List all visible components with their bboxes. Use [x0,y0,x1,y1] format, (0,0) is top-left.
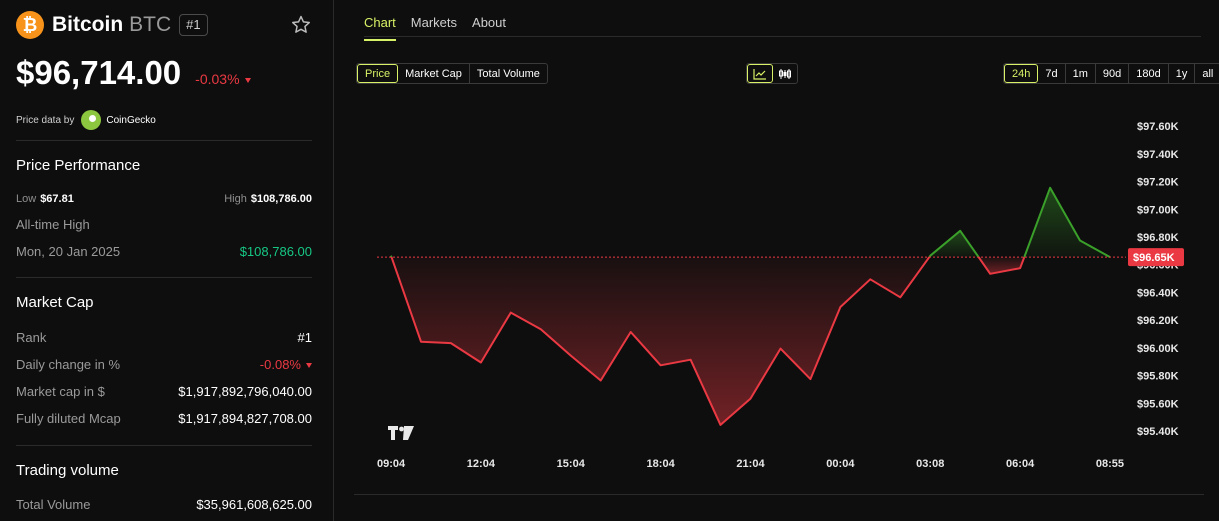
x-axis-tick-label: 03:08 [916,458,944,470]
price-change-24h: -0.03% [195,71,251,87]
stat-row-fully-diluted: Fully diluted Mcap $1,917,894,827,708.00 [16,411,312,426]
price-data-attribution: Price data by CoinGecko [16,110,156,130]
y-axis-tick-label: $97.20K [1137,177,1179,189]
stat-value: $1,917,894,827,708.00 [178,411,312,426]
y-axis-tick-label: $95.80K [1137,371,1179,383]
current-price: $96,714.00 [16,54,182,91]
stat-label: Market cap in $ [16,384,105,399]
stat-label: Total Volume [16,497,91,512]
ath-row: Mon, 20 Jan 2025 $108,786.00 [16,244,312,259]
price-row: $96,714.00 -0.03% [16,54,251,92]
y-axis-tick-label: $96.20K [1137,315,1179,327]
range-90d-button[interactable]: 90d [1096,64,1130,83]
market-cap-title: Market Cap [16,294,94,311]
y-axis-tick-label: $96.00K [1137,343,1179,355]
caret-down-icon [306,363,312,369]
stat-label: Fully diluted Mcap [16,411,121,426]
star-watchlist-icon[interactable] [290,14,312,36]
chart-style-selector [746,63,798,84]
range-all-button[interactable]: all [1195,64,1219,83]
range-24h-button[interactable]: 24h [1004,64,1039,83]
price-line-above-segment [390,255,393,258]
coin-symbol: BTC [129,13,172,36]
stat-row-total-volume: Total Volume $35,961,608,625.00 [16,497,312,512]
y-axis-tick-label: $95.60K [1137,398,1179,410]
stat-value: $1,917,892,796,040.00 [178,384,312,399]
stat-label: Daily change in % [16,357,121,372]
tabs-divider [364,36,1201,37]
range-180d-button[interactable]: 180d [1129,64,1169,83]
stat-row-daily-change: Daily change in % -0.08% [16,357,312,372]
divider [16,277,312,278]
y-axis-tick-label: $97.40K [1137,149,1179,161]
y-axis-tick-label: $96.40K [1137,287,1179,299]
price-performance-title: Price Performance [16,157,141,174]
low-block: Low $67.81 [16,193,74,205]
divider [16,445,312,446]
coin-header: ₿ Bitcoin BTC #1 [16,11,316,39]
low-high-row: Low $67.81 High $108,786.00 [16,193,312,205]
price-chart[interactable]: $97.60K $97.40K $97.20K $97.00K $96.80K $96.6… [364,105,1194,475]
price-data-label: Price data by [16,114,75,126]
stat-row-market-cap: Market cap in $ $1,917,892,796,040.00 [16,384,312,399]
metric-total-volume-button[interactable]: Total Volume [470,64,547,83]
price-area-below-fill [391,257,930,425]
metric-price-button[interactable]: Price [357,64,399,83]
line-chart-button[interactable] [747,64,773,83]
metric-selector: Price Market Cap Total Volume [356,63,548,84]
ath-date: Mon, 20 Jan 2025 [16,244,121,259]
stat-value: #1 [297,330,312,345]
stat-row-rank: Rank #1 [16,330,312,345]
y-axis-tick-label: $97.00K [1137,204,1179,216]
line-chart-icon [753,68,766,80]
range-7d-button[interactable]: 7d [1038,64,1066,83]
panel-divider [354,494,1204,495]
x-axis-tick-label: 12:04 [467,458,496,470]
y-axis-tick-label: $96.80K [1137,232,1179,244]
ath-label-row: All-time High [16,217,312,232]
y-axis-tick-label: $95.40K [1137,426,1179,438]
coin-overview-panel: ₿ Bitcoin BTC #1 $96,714.00 -0.03% Price… [0,0,334,521]
divider [16,140,312,141]
metric-market-cap-button[interactable]: Market Cap [398,64,470,83]
price-data-source[interactable]: CoinGecko [106,115,155,126]
x-axis-tick-label: 00:04 [826,458,855,470]
coingecko-logo-icon [81,110,102,130]
trading-volume-title: Trading volume [16,462,119,479]
x-axis-tick-label: 06:04 [1006,458,1035,470]
stat-value: $35,961,608,625.00 [196,497,312,512]
x-axis-tick-label: 15:04 [557,458,586,470]
stat-label: Rank [16,330,47,345]
coin-name: Bitcoin [52,13,124,36]
high-block: High $108,786.00 [224,193,312,205]
ath-value: $108,786.00 [239,244,312,259]
ath-label: All-time High [16,217,90,232]
current-price-tag-label: $96.65K [1133,252,1175,264]
x-axis-tick-label: 09:04 [377,458,406,470]
candlestick-chart-button[interactable] [773,64,797,83]
bitcoin-logo-icon: ₿ [16,11,44,39]
range-1y-button[interactable]: 1y [1169,64,1196,83]
candlestick-icon [779,68,791,79]
range-1m-button[interactable]: 1m [1066,64,1096,83]
x-axis-tick-label: 18:04 [647,458,676,470]
time-range-selector: 24h 7d 1m 90d 180d 1y all [1003,63,1219,84]
caret-down-icon [244,77,251,83]
y-axis-tick-label: $97.60K [1137,121,1179,133]
stat-value: -0.08% [260,357,312,372]
tradingview-logo-icon [388,426,414,440]
rank-badge: #1 [179,14,208,36]
x-axis-tick-label: 08:55 [1096,458,1124,470]
x-axis-tick-label: 21:04 [736,458,765,470]
